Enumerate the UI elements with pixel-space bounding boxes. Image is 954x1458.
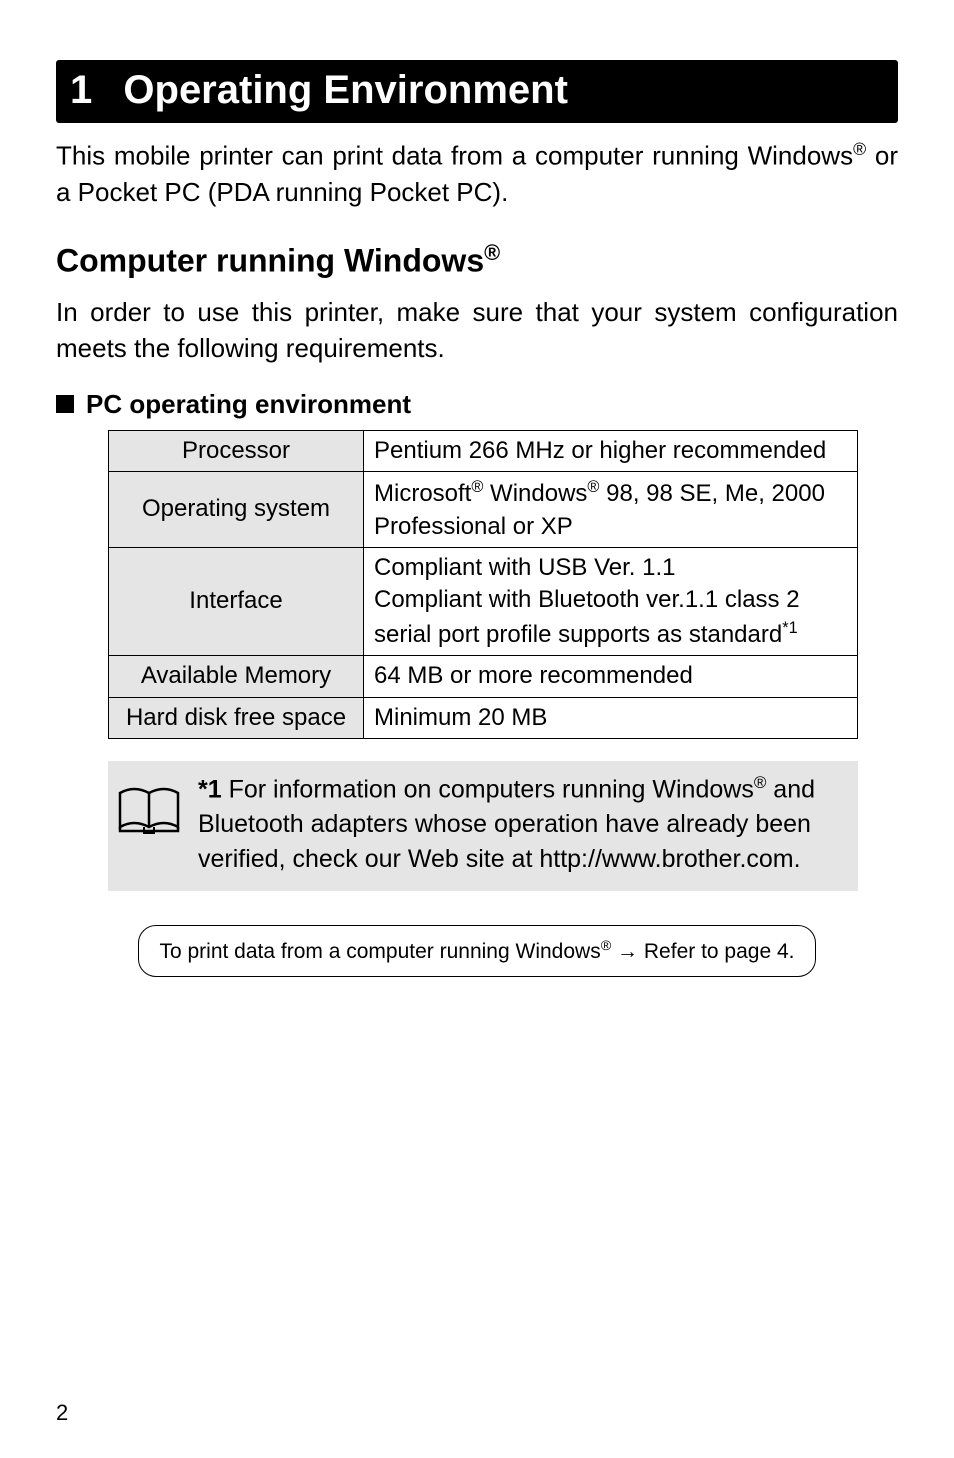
table-label-hdd: Hard disk free space: [109, 697, 364, 738]
note-marker: *1: [198, 775, 222, 803]
table-value-processor: Pentium 266 MHz or higher recommended: [364, 430, 858, 471]
book-icon: [114, 781, 184, 846]
table-label-interface: Interface: [109, 548, 364, 656]
chapter-title: Operating Environment: [123, 68, 568, 112]
note-text-prefix: For information on computers running Win…: [222, 775, 754, 803]
registered-mark: ®: [471, 478, 483, 496]
reference-box: To print data from a computer running Wi…: [138, 925, 815, 977]
section-body: In order to use this printer, make sure …: [56, 294, 898, 367]
table-value-interface: Compliant with USB Ver. 1.1 Compliant wi…: [364, 548, 858, 656]
os-value-prefix: Microsoft: [374, 480, 471, 507]
registered-mark: ®: [754, 773, 767, 792]
table-value-hdd: Minimum 20 MB: [364, 697, 858, 738]
registered-mark: ®: [484, 240, 500, 265]
registered-mark: ®: [587, 478, 599, 496]
section-title: Computer running Windows®: [56, 240, 898, 280]
refbox-prefix: To print data from a computer running Wi…: [159, 940, 600, 963]
spec-table: Processor Pentium 266 MHz or higher reco…: [108, 430, 858, 739]
interface-footnote-marker: *1: [782, 619, 797, 637]
table-label-os: Operating system: [109, 472, 364, 548]
table-row: Processor Pentium 266 MHz or higher reco…: [109, 430, 858, 471]
registered-mark: ®: [853, 139, 866, 159]
intro-text-prefix: This mobile printer can print data from …: [56, 141, 853, 171]
interface-line2: Compliant with Bluetooth ver.1.1 class 2…: [374, 586, 800, 647]
table-value-os: Microsoft® Windows® 98, 98 SE, Me, 2000 …: [364, 472, 858, 548]
note-text: *1 For information on computers running …: [198, 771, 846, 877]
table-row: Available Memory 64 MB or more recommend…: [109, 656, 858, 697]
table-value-memory: 64 MB or more recommended: [364, 656, 858, 697]
section-title-prefix: Computer running Windows: [56, 243, 484, 279]
subsection-heading: PC operating environment: [56, 389, 898, 420]
table-row: Hard disk free space Minimum 20 MB: [109, 697, 858, 738]
chapter-number: 1: [70, 68, 92, 112]
note-box: *1 For information on computers running …: [108, 761, 858, 891]
refbox-suffix: → Refer to page 4.: [611, 940, 794, 963]
os-value-mid: Windows: [483, 480, 587, 507]
spec-table-wrapper: Processor Pentium 266 MHz or higher reco…: [56, 430, 898, 739]
chapter-header: 1 Operating Environment: [56, 60, 898, 123]
table-row: Interface Compliant with USB Ver. 1.1 Co…: [109, 548, 858, 656]
table-label-memory: Available Memory: [109, 656, 364, 697]
square-bullet-icon: [56, 395, 74, 413]
intro-paragraph: This mobile printer can print data from …: [56, 137, 898, 210]
interface-line1: Compliant with USB Ver. 1.1: [374, 554, 675, 581]
table-label-processor: Processor: [109, 430, 364, 471]
registered-mark: ®: [601, 938, 612, 954]
table-row: Operating system Microsoft® Windows® 98,…: [109, 472, 858, 548]
subsection-title: PC operating environment: [86, 389, 411, 420]
page-number: 2: [56, 1400, 68, 1426]
chapter-title-spacer: [97, 68, 119, 112]
